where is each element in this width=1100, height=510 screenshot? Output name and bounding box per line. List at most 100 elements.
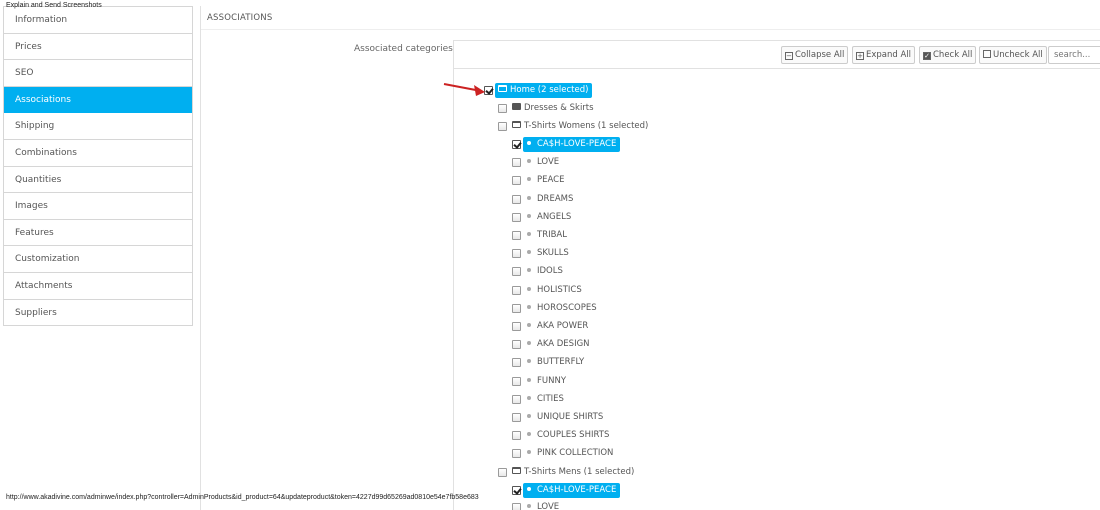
- sidebar-item-prices[interactable]: Prices: [4, 34, 192, 61]
- sidebar-item-seo[interactable]: SEO: [4, 60, 192, 87]
- tree-toolbar: − Collapse All + Expand All ✓ Check All Unc…: [454, 41, 1100, 69]
- bullet-icon: [527, 141, 531, 145]
- leaf-checkbox[interactable]: [512, 285, 521, 295]
- leaf-checkbox[interactable]: [512, 376, 521, 386]
- bullet-icon: [527, 414, 531, 418]
- sidebar-item-features[interactable]: Features: [4, 220, 192, 247]
- bullet-icon: [527, 213, 531, 218]
- leaf-label[interactable]: LOVE: [523, 155, 563, 170]
- leaf-checkbox[interactable]: [512, 503, 521, 510]
- checkbox-tshirts-men[interactable]: [498, 468, 507, 477]
- leaf-checkbox[interactable]: [512, 249, 521, 259]
- sidebar-item-quantities[interactable]: Quantities: [4, 167, 192, 194]
- leaf-label[interactable]: PEACE: [523, 173, 568, 188]
- sidebar-item-attachments[interactable]: Attachments: [4, 273, 192, 300]
- uncheck-all-button[interactable]: Uncheck All: [979, 46, 1047, 64]
- bullet-icon: [527, 177, 531, 182]
- leaf-label[interactable]: IDOLS: [523, 264, 567, 279]
- leaf-label[interactable]: CITIES: [523, 392, 568, 407]
- sidebar-item-suppliers[interactable]: Suppliers: [4, 300, 192, 327]
- bullet-icon: [527, 195, 531, 200]
- leaf-checkbox[interactable]: [512, 322, 521, 331]
- category-label-tshirts-women[interactable]: T-Shirts Womens (1 selected): [509, 119, 652, 134]
- category-label-home[interactable]: Home (2 selected): [495, 83, 593, 98]
- check-all-label: Check All: [933, 50, 973, 60]
- leaf-text: TRIBAL: [537, 230, 567, 240]
- leaf-label[interactable]: CA$H-LOVE-PEACE: [523, 483, 621, 498]
- leaf-checkbox[interactable]: [512, 194, 521, 204]
- leaf-text: HOROSCOPES: [537, 302, 597, 313]
- panel-heading: ASSOCIATIONS: [201, 6, 1100, 30]
- status-bar-url: http://www.akadivine.com/adminwe/index.p…: [6, 494, 479, 501]
- leaf-checkbox[interactable]: [512, 413, 521, 422]
- home-text: Home (2 selected): [510, 85, 589, 95]
- leaf-text: CA$H-LOVE-PEACE: [537, 139, 617, 149]
- bullet-icon: [527, 359, 531, 364]
- category-label-dresses[interactable]: Dresses & Skirts: [509, 101, 598, 116]
- leaf-text: ANGELS: [537, 211, 572, 222]
- bullet-icon: [527, 323, 531, 327]
- leaf-checkbox[interactable]: [512, 394, 521, 404]
- bullet-icon: [527, 450, 531, 455]
- folder-open-icon: [498, 85, 507, 92]
- leaf-checkbox[interactable]: [512, 176, 521, 186]
- leaf-label[interactable]: COUPLES SHIRTS: [523, 428, 613, 443]
- leaf-checkbox[interactable]: [512, 303, 521, 313]
- screenshot-tool-title: Explain and Send Screenshots: [6, 2, 102, 9]
- category-label-tshirts-men[interactable]: T-Shirts Mens (1 selected): [509, 465, 638, 480]
- leaf-checkbox[interactable]: [512, 267, 521, 277]
- leaf-checkbox[interactable]: [512, 431, 521, 441]
- leaf-text: AKA DESIGN: [537, 339, 590, 350]
- annotation-arrow-icon: [443, 83, 485, 96]
- leaf-label[interactable]: DREAMS: [523, 192, 577, 207]
- dresses-text: Dresses & Skirts: [524, 103, 594, 113]
- leaf-checkbox[interactable]: [512, 140, 521, 149]
- leaf-checkbox[interactable]: [512, 449, 521, 459]
- checked-square-icon: ✓: [923, 52, 931, 60]
- leaf-label[interactable]: HOROSCOPES: [523, 301, 601, 316]
- leaf-text: PEACE: [537, 175, 565, 186]
- leaf-text: HOLISTICS: [537, 284, 582, 295]
- associated-categories-label: Associated categories: [354, 44, 453, 54]
- leaf-label[interactable]: HOLISTICS: [523, 283, 586, 298]
- leaf-text: BUTTERFLY: [537, 357, 585, 368]
- collapse-all-button[interactable]: − Collapse All: [781, 46, 849, 64]
- leaf-label[interactable]: AKA DESIGN: [523, 337, 594, 352]
- leaf-checkbox[interactable]: [512, 212, 521, 222]
- sidebar-item-images[interactable]: Images: [4, 193, 192, 220]
- leaf-text: LOVE: [537, 502, 560, 510]
- uncheck-all-label: Uncheck All: [993, 50, 1043, 60]
- category-search-input[interactable]: [1048, 46, 1100, 64]
- minus-square-icon: −: [785, 52, 793, 60]
- leaf-label[interactable]: CA$H-LOVE-PEACE: [523, 137, 621, 152]
- leaf-label[interactable]: ANGELS: [523, 210, 575, 225]
- leaf-label[interactable]: FUNNY: [523, 374, 570, 389]
- sidebar-item-information[interactable]: Information: [4, 7, 192, 34]
- checkbox-dresses[interactable]: [498, 104, 507, 113]
- leaf-text: LOVE: [537, 157, 560, 168]
- checkbox-tshirts-women[interactable]: [498, 122, 507, 131]
- leaf-checkbox[interactable]: [512, 340, 521, 350]
- leaf-checkbox[interactable]: [512, 158, 521, 168]
- leaf-text: AKA POWER: [537, 321, 589, 331]
- check-all-button[interactable]: ✓ Check All: [919, 46, 977, 64]
- sidebar-item-shipping[interactable]: Shipping: [4, 113, 192, 140]
- leaf-label[interactable]: BUTTERFLY: [523, 355, 588, 370]
- leaf-label[interactable]: SKULLS: [523, 246, 573, 261]
- folder-open-icon: [512, 467, 521, 474]
- leaf-label[interactable]: TRIBAL: [523, 228, 571, 243]
- expand-all-button[interactable]: + Expand All: [852, 46, 916, 64]
- leaf-label[interactable]: PINK COLLECTION: [523, 446, 617, 461]
- leaf-text: IDOLS: [537, 266, 563, 277]
- sidebar-item-associations[interactable]: Associations: [4, 86, 192, 114]
- leaf-label[interactable]: LOVE: [523, 500, 563, 510]
- leaf-checkbox[interactable]: [512, 231, 521, 240]
- leaf-label[interactable]: UNIQUE SHIRTS: [523, 410, 607, 425]
- leaf-label[interactable]: AKA POWER: [523, 319, 592, 334]
- leaf-checkbox[interactable]: [512, 358, 521, 368]
- sidebar-item-combinations[interactable]: Combinations: [4, 140, 192, 167]
- leaf-checkbox[interactable]: [512, 486, 521, 495]
- sidebar-item-customization[interactable]: Customization: [4, 246, 192, 273]
- bullet-icon: [527, 504, 531, 508]
- bullet-icon: [527, 395, 531, 400]
